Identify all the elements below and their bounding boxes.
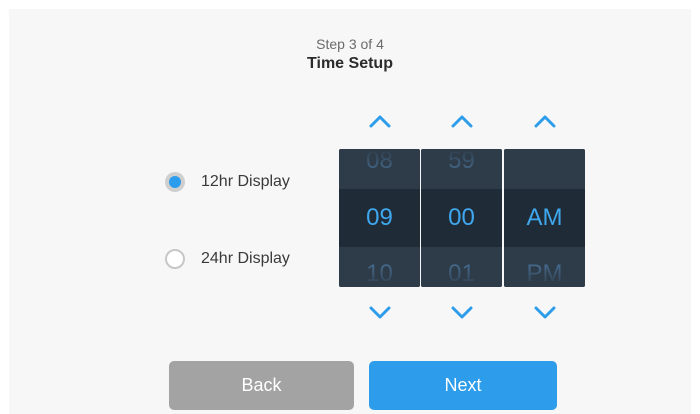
minute-current-value: 00 [448, 204, 475, 231]
radio-selected-icon[interactable] [165, 172, 185, 192]
page-title: Time Setup [307, 55, 393, 72]
period-current-value: AM [526, 204, 563, 231]
hour-next-value: 10 [366, 260, 393, 287]
option-24hr-label: 24hr Display [201, 250, 290, 267]
hour-increment-button[interactable] [365, 112, 395, 130]
hour-picker[interactable]: 08 09 10 [339, 149, 420, 287]
chevron-down-icon [534, 306, 556, 319]
chevron-down-icon [369, 306, 391, 319]
chevron-down-icon [451, 306, 473, 319]
option-12hr-display[interactable]: 12hr Display [165, 170, 290, 194]
hour-decrement-button[interactable] [365, 303, 395, 321]
minute-next-value: 01 [448, 260, 475, 287]
step-indicator: Step 3 of 4 [316, 36, 384, 52]
fade-overlay [504, 149, 585, 171]
time-setup-screen: Step 3 of 4 Time Setup 12hr Display 24hr… [0, 0, 700, 414]
minute-decrement-button[interactable] [447, 303, 477, 321]
chevron-up-icon [534, 115, 556, 128]
hour-previous-value: 08 [366, 149, 393, 174]
hour-current-value: 09 [366, 204, 393, 231]
minute-previous-value: 59 [448, 149, 475, 174]
minute-picker[interactable]: 59 00 01 [421, 149, 502, 287]
option-24hr-display[interactable]: 24hr Display [165, 247, 290, 271]
chevron-up-icon [451, 115, 473, 128]
minute-increment-button[interactable] [447, 112, 477, 130]
option-12hr-label: 12hr Display [201, 173, 290, 190]
period-decrement-button[interactable] [530, 303, 560, 321]
period-next-value: PM [526, 260, 563, 287]
chevron-up-icon [369, 115, 391, 128]
next-button[interactable]: Next [369, 361, 557, 410]
back-button[interactable]: Back [169, 361, 354, 410]
period-increment-button[interactable] [530, 112, 560, 130]
period-picker[interactable]: AM PM [504, 149, 585, 287]
radio-unselected-icon[interactable] [165, 249, 185, 269]
